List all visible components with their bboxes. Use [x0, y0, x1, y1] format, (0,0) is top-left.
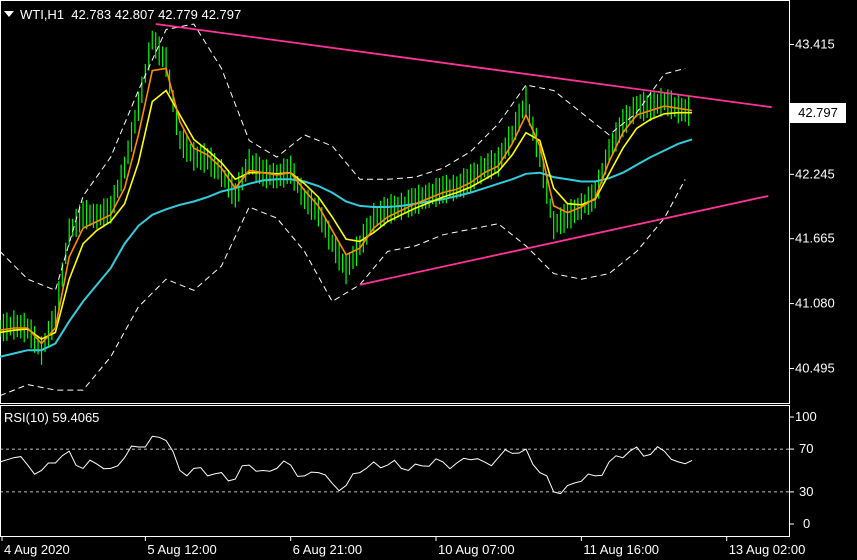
time-tick-label: 11 Aug 16:00: [583, 542, 659, 557]
current-price-badge: 42.797: [790, 103, 846, 123]
rsi-axis: 100 70 30 0: [789, 409, 817, 531]
time-tick-label: 10 Aug 07:00: [438, 542, 515, 557]
band-upper-line: [0, 23, 686, 291]
time-axis: 4 Aug 2020 5 Aug 12:00 6 Aug 21:00 10 Aug 0…: [1, 536, 806, 557]
chart-canvas: 43.41542.24541.66541.08040.495 10070300 …: [0, 0, 835, 557]
rsi-label: RSI(10): [4, 410, 49, 425]
trendline-upper: [155, 23, 772, 109]
time-tick-label: 6 Aug 21:00: [293, 542, 362, 557]
rsi-plot: [0, 435, 789, 495]
rsi-tick-label: 70: [799, 441, 813, 456]
high-value: 42.807: [114, 7, 155, 22]
time-tick-label: 4 Aug 2020: [4, 542, 70, 557]
rsi-tick-label: 100: [795, 409, 817, 424]
price-tick-label: 41.665: [795, 231, 835, 246]
price-tick-label: 42.245: [795, 166, 835, 181]
rsi-value: 59.4065: [52, 410, 100, 425]
time-tick-label: 5 Aug 12:00: [147, 542, 216, 557]
rsi-tick-label: 0: [803, 516, 810, 531]
ema-slow-line: [0, 138, 693, 358]
rsi-header: RSI(10) 59.4065: [4, 410, 99, 425]
open-value: 42.783: [71, 7, 112, 22]
rsi-panel-border: [0, 405, 790, 537]
dropdown-triangle-icon[interactable]: [4, 11, 14, 17]
low-value: 42.779: [158, 7, 198, 22]
symbol-label: WTI,H1: [20, 7, 65, 22]
rsi-tick-label: 30: [799, 484, 813, 499]
band-lower-line: [0, 179, 686, 397]
chart-frame: [0, 0, 790, 537]
price-tick-label: 41.080: [795, 296, 835, 311]
symbol-header: WTI,H1 42.783 42.807 42.779 42.797: [4, 7, 241, 22]
price-plot: [0, 23, 772, 397]
rsi-line: [0, 435, 693, 495]
time-tick-label: 13 Aug 02:00: [729, 542, 806, 557]
price-axis: 43.415 42.245 41.665 41.080 40.495: [789, 36, 835, 375]
price-tick-label: 40.495: [795, 360, 835, 375]
price-tick-label: 43.415: [795, 36, 835, 51]
close-value: 42.797: [201, 7, 242, 22]
